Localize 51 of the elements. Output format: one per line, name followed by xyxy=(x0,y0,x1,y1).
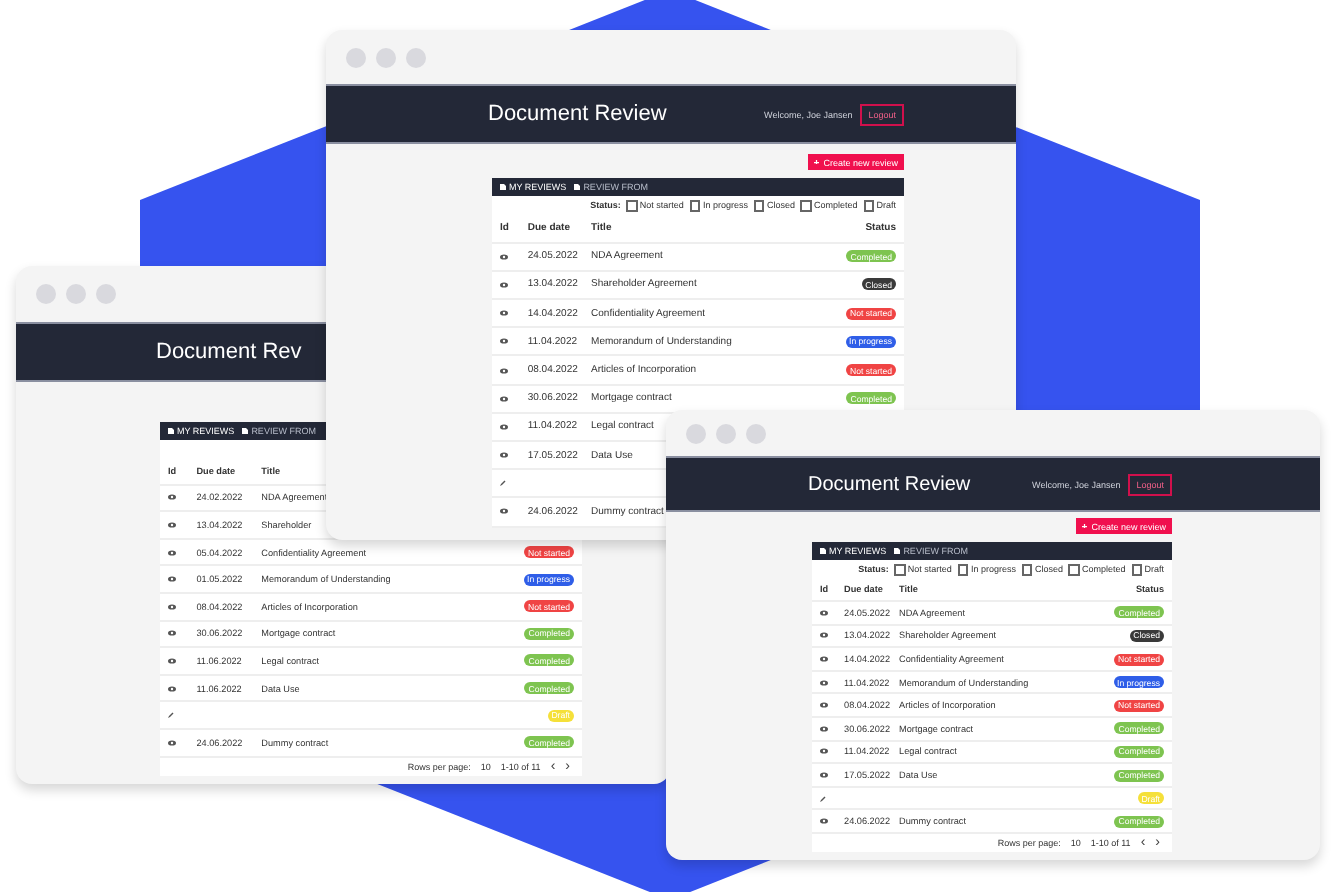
pencil-icon[interactable] xyxy=(168,712,174,719)
pencil-icon[interactable] xyxy=(820,795,826,802)
document-icon xyxy=(242,427,249,435)
document-icon xyxy=(168,427,174,435)
plus-icon xyxy=(814,159,820,165)
checkbox[interactable] xyxy=(1021,564,1033,575)
eye-icon[interactable] xyxy=(820,679,828,686)
checkbox[interactable] xyxy=(800,200,812,211)
document-icon xyxy=(574,183,581,191)
eye-icon[interactable] xyxy=(500,253,508,260)
eye-icon[interactable] xyxy=(500,310,508,317)
eye-icon[interactable] xyxy=(820,702,828,709)
eye-icon[interactable] xyxy=(168,549,176,556)
eye-icon[interactable] xyxy=(168,630,176,637)
eye-icon[interactable] xyxy=(168,494,176,501)
document-icon xyxy=(894,547,901,555)
checkbox[interactable] xyxy=(689,200,701,211)
eye-icon[interactable] xyxy=(168,603,176,610)
eye-icon[interactable] xyxy=(500,423,508,430)
app-title: Document Review xyxy=(488,102,667,126)
checkbox[interactable] xyxy=(1131,564,1143,575)
eye-icon[interactable] xyxy=(820,772,828,779)
eye-icon[interactable] xyxy=(820,725,828,732)
checkbox[interactable] xyxy=(863,200,875,211)
eye-icon[interactable] xyxy=(168,657,176,664)
eye-icon[interactable] xyxy=(500,508,508,515)
checkbox[interactable] xyxy=(1068,564,1080,575)
eye-icon[interactable] xyxy=(500,367,508,374)
eye-icon[interactable] xyxy=(168,739,176,746)
eye-icon[interactable] xyxy=(820,748,828,755)
app-title: Document Review xyxy=(808,473,971,495)
eye-icon[interactable] xyxy=(168,521,176,528)
pencil-icon[interactable] xyxy=(500,480,506,487)
document-icon xyxy=(820,547,826,555)
checkbox[interactable] xyxy=(957,564,969,575)
eye-icon[interactable] xyxy=(820,818,828,825)
eye-icon[interactable] xyxy=(500,395,508,402)
eye-icon[interactable] xyxy=(820,656,828,663)
eye-icon[interactable] xyxy=(500,281,508,288)
plus-icon xyxy=(1082,523,1088,529)
eye-icon[interactable] xyxy=(820,609,828,616)
checkbox[interactable] xyxy=(753,200,765,211)
eye-icon[interactable] xyxy=(820,632,828,639)
eye-icon[interactable] xyxy=(500,338,508,345)
eye-icon[interactable] xyxy=(168,685,176,692)
checkbox[interactable] xyxy=(626,200,638,211)
app-title: Document Rev xyxy=(156,340,302,364)
eye-icon[interactable] xyxy=(500,452,508,459)
eye-icon[interactable] xyxy=(168,576,176,583)
document-icon xyxy=(500,183,506,191)
checkbox[interactable] xyxy=(894,564,906,575)
